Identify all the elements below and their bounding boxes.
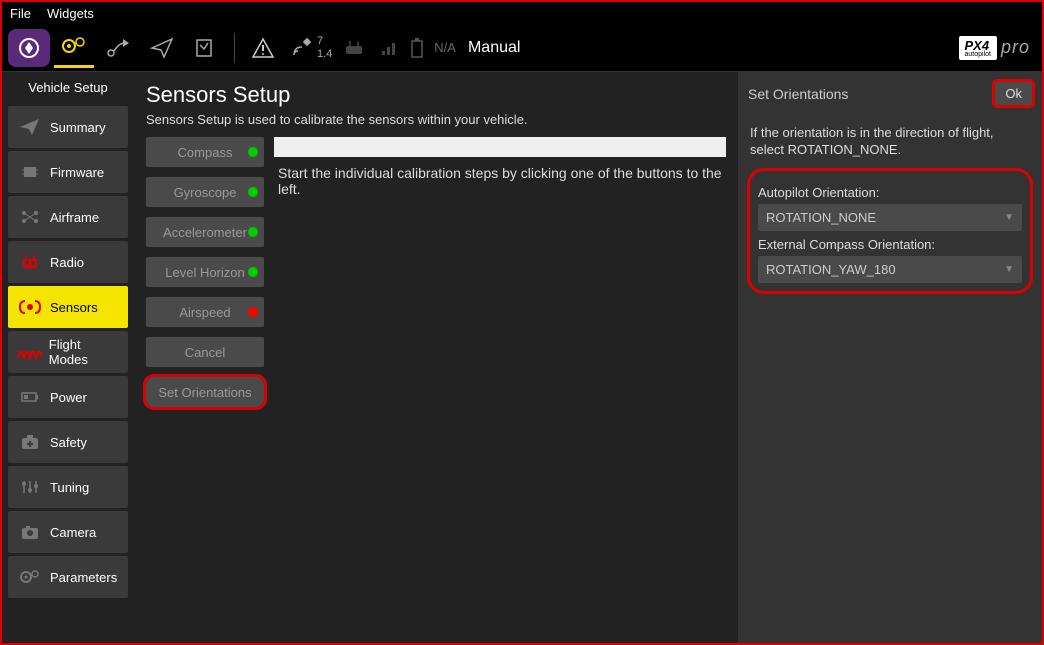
sidebar-item-label: Sensors: [50, 300, 98, 315]
app-logo-icon[interactable]: [8, 29, 50, 67]
satellite-count: 7 1.4: [317, 35, 332, 59]
sidebar-item-label: Power: [50, 390, 87, 405]
sidebar-item-label: Safety: [50, 435, 87, 450]
content: Sensors Setup Sensors Setup is used to c…: [134, 72, 1042, 643]
sidebar-item-camera[interactable]: Camera: [8, 511, 128, 553]
compass-orientation-label: External Compass Orientation:: [758, 237, 1022, 252]
set-orientations-button[interactable]: Set Orientations: [146, 377, 264, 407]
sidebar-title: Vehicle Setup: [2, 76, 134, 103]
sidebar-item-airframe[interactable]: Airframe: [8, 196, 128, 238]
main-area: Vehicle Setup Summary Firmware Airframe …: [2, 72, 1042, 643]
sidebar-item-label: Flight Modes: [49, 337, 120, 367]
sidebar-item-label: Radio: [50, 255, 84, 270]
ok-button[interactable]: Ok: [995, 82, 1032, 105]
flight-mode-label[interactable]: Manual: [468, 39, 520, 57]
orientations-panel: Set Orientations Ok If the orientation i…: [738, 72, 1042, 643]
sidebar-item-label: Parameters: [50, 570, 117, 585]
sidebar-item-power[interactable]: Power: [8, 376, 128, 418]
progress-bar: [274, 137, 726, 157]
sidebar-item-firmware[interactable]: Firmware: [8, 151, 128, 193]
sidebar-item-flightmodes[interactable]: Flight Modes: [8, 331, 128, 373]
battery-icon: [406, 28, 428, 68]
sidebar-item-label: Firmware: [50, 165, 104, 180]
autopilot-orientation-label: Autopilot Orientation:: [758, 185, 1022, 200]
signal-icon: [378, 28, 402, 68]
sliders-icon: [16, 475, 44, 499]
compass-orientation-select[interactable]: ROTATION_YAW_180▼: [758, 256, 1022, 283]
status-dot-red: [248, 307, 258, 317]
airframe-icon: [16, 205, 44, 229]
sidebar-item-label: Camera: [50, 525, 96, 540]
rc-icon: [334, 28, 374, 68]
menubar: File Widgets: [2, 2, 1042, 24]
radio-icon: [16, 250, 44, 274]
panel-header: Set Orientations Ok: [738, 72, 1042, 115]
sidebar-item-radio[interactable]: Radio: [8, 241, 128, 283]
menu-widgets[interactable]: Widgets: [47, 6, 94, 21]
camera-icon: [16, 520, 44, 544]
page-title: Sensors Setup: [146, 82, 726, 108]
sidebar-item-parameters[interactable]: Parameters: [8, 556, 128, 598]
accelerometer-button[interactable]: Accelerometer: [146, 217, 264, 247]
paper-plane-icon: [16, 115, 44, 139]
chevron-down-icon: ▼: [1004, 212, 1014, 223]
status-dot-green: [248, 147, 258, 157]
paper-plane-icon[interactable]: [142, 28, 182, 68]
status-dot-green: [248, 267, 258, 277]
sidebar-item-sensors[interactable]: Sensors: [8, 286, 128, 328]
warning-icon[interactable]: [243, 28, 283, 68]
status-dot-green: [248, 227, 258, 237]
brand-logo: PX4 autopilot pro: [959, 36, 1030, 60]
analyze-icon[interactable]: [186, 28, 226, 68]
airspeed-button[interactable]: Airspeed: [146, 297, 264, 327]
calibration-buttons: Compass Gyroscope Accelerometer Level Ho…: [146, 137, 270, 417]
panel-note: If the orientation is in the direction o…: [750, 125, 1030, 159]
instruction-text: Start the individual calibration steps b…: [270, 157, 726, 197]
sensors-icon: [16, 295, 44, 319]
flightmodes-icon: [16, 340, 43, 364]
page-description: Sensors Setup is used to calibrate the s…: [146, 112, 726, 127]
battery-na: N/A: [434, 40, 456, 55]
toolbar: 7 1.4 N/A Manual PX4 autopilot pro: [2, 24, 1042, 72]
autopilot-orientation-select[interactable]: ROTATION_NONE▼: [758, 204, 1022, 231]
battery-icon: [16, 385, 44, 409]
sidebar-item-tuning[interactable]: Tuning: [8, 466, 128, 508]
medkit-icon: [16, 430, 44, 454]
setup-gears-icon[interactable]: [54, 28, 94, 68]
cancel-button[interactable]: Cancel: [146, 337, 264, 367]
chip-icon: [16, 160, 44, 184]
sidebar-item-label: Tuning: [50, 480, 89, 495]
level-horizon-button[interactable]: Level Horizon: [146, 257, 264, 287]
brand-box: PX4 autopilot: [959, 36, 997, 60]
gears-icon: [16, 565, 44, 589]
gyroscope-button[interactable]: Gyroscope: [146, 177, 264, 207]
toolbar-separator: [234, 33, 235, 63]
menu-file[interactable]: File: [10, 6, 31, 21]
satellite-icon[interactable]: [287, 28, 317, 68]
orientation-group: Autopilot Orientation: ROTATION_NONE▼ Ex…: [750, 171, 1030, 291]
sidebar-item-label: Summary: [50, 120, 106, 135]
sidebar: Vehicle Setup Summary Firmware Airframe …: [2, 72, 134, 643]
status-dot-green: [248, 187, 258, 197]
waypoints-icon[interactable]: [98, 28, 138, 68]
panel-title: Set Orientations: [748, 86, 848, 102]
brand-pro: pro: [1001, 37, 1030, 58]
sidebar-item-summary[interactable]: Summary: [8, 106, 128, 148]
center-panel: Sensors Setup Sensors Setup is used to c…: [134, 72, 738, 643]
sidebar-item-safety[interactable]: Safety: [8, 421, 128, 463]
chevron-down-icon: ▼: [1004, 264, 1014, 275]
compass-button[interactable]: Compass: [146, 137, 264, 167]
sidebar-item-label: Airframe: [50, 210, 99, 225]
